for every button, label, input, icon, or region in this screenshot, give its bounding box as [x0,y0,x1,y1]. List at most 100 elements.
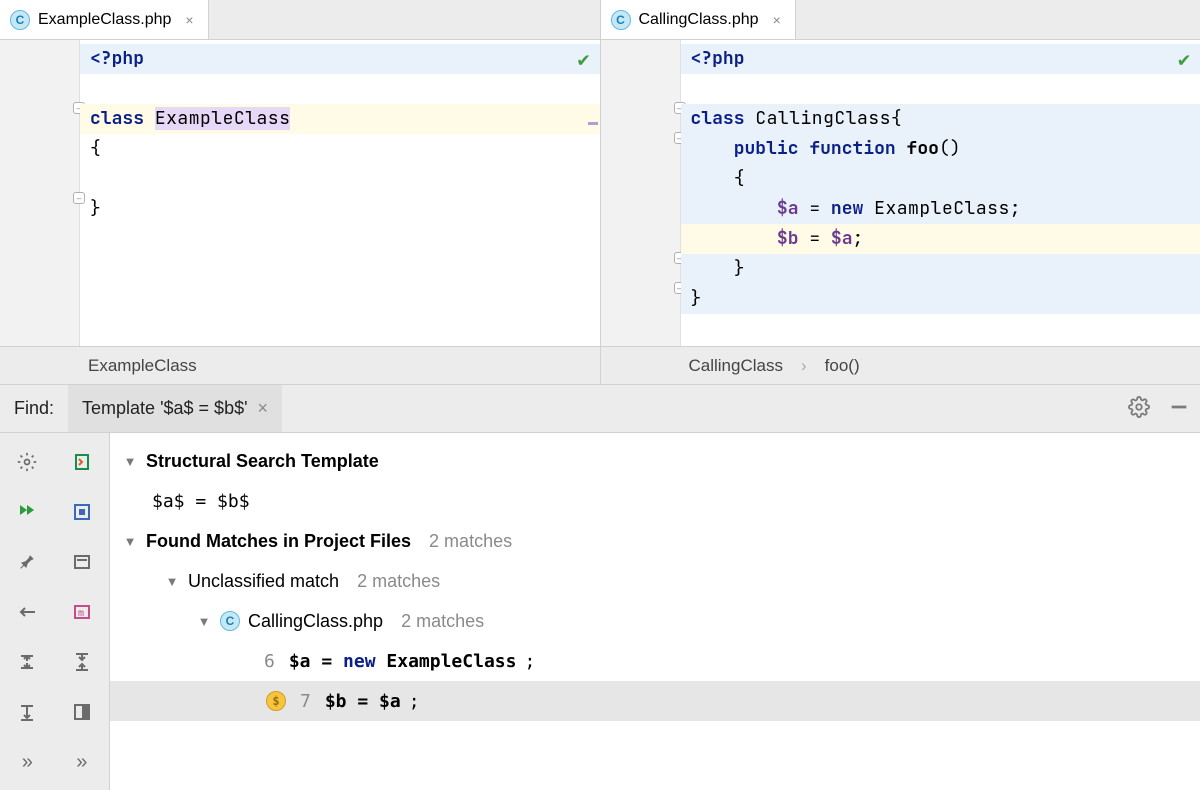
close-icon[interactable]: × [773,12,781,28]
preview-panel-icon[interactable] [65,695,99,729]
breadcrumb-item[interactable]: ExampleClass [88,356,197,376]
tree-node-group[interactable]: ▼ Unclassified match 2 matches [110,561,1200,601]
tab-bar-left: C ExampleClass.php × [0,0,600,40]
tree-node-template-text[interactable]: $a$ = $b$ [110,481,1200,521]
tree-node-match-selected[interactable]: $ 7 $b = $a; [110,681,1200,721]
operator-eq: = [799,227,831,250]
group-label: Unclassified match [188,571,339,592]
match-new: new [343,651,376,672]
chevron-right-icon: › [801,356,807,376]
parens: () [939,137,961,160]
code-area-right[interactable]: ✔ <?php class CallingClass{ public funct… [681,40,1200,346]
file-tab-exampleclass[interactable]: C ExampleClass.php × [0,0,209,39]
close-icon[interactable]: × [185,12,193,28]
marker-icon[interactable] [588,122,598,125]
keyword-class: class [90,107,144,130]
tree-title: Found Matches in Project Files [146,531,411,552]
find-toolbar: m » » [0,433,110,790]
breadcrumb-item[interactable]: CallingClass [689,356,783,376]
collapse-all-icon[interactable] [65,645,99,679]
brace-open: { [891,107,902,130]
match-count: 2 matches [357,571,440,592]
class-name: CallingClass [755,107,891,130]
expand-all-icon[interactable] [10,645,44,679]
disclosure-triangle-icon[interactable]: ▼ [122,454,138,469]
coin-icon: $ [266,691,286,711]
brace-close: } [80,194,600,224]
file-name: CallingClass.php [248,611,383,632]
semicolon: ; [1010,197,1021,220]
pin-icon[interactable] [10,545,44,579]
find-tab-title: Template '$a$ = $b$' [82,398,248,419]
stop-icon[interactable] [65,495,99,529]
find-results-tab[interactable]: Template '$a$ = $b$' × [68,385,282,432]
breadcrumb-item[interactable]: foo() [825,356,860,376]
match-count: 2 matches [429,531,512,552]
inspection-ok-icon[interactable]: ✔ [1178,46,1190,72]
editor-pane-left: C ExampleClass.php × – – ✔ <?php class E… [0,0,601,384]
prev-occurrence-icon[interactable] [10,595,44,629]
variable: $b [777,227,799,250]
marker-strip [588,40,600,346]
match-var: $b [325,691,347,712]
code-area-left[interactable]: ✔ <?php class ExampleClass { } [80,40,600,346]
editor-body-right[interactable]: – – – – ✔ <?php class CallingClass{ publ… [601,40,1200,346]
brace-close: } [691,287,702,310]
more-icon[interactable]: » [10,745,44,779]
brace-open: { [80,134,600,164]
match-var: $a [289,651,311,672]
keyword-public: public [734,137,799,160]
diff-icon[interactable] [65,445,99,479]
tree-node-template-root[interactable]: ▼ Structural Search Template [110,441,1200,481]
breadcrumb-left[interactable]: ExampleClass [0,346,600,384]
match-eq: = [311,651,344,672]
keyword-class: class [691,107,745,130]
line-number: 7 [300,691,311,712]
recent-icon[interactable] [65,545,99,579]
php-class-icon: C [220,611,240,631]
class-name: ExampleClass [155,107,291,130]
find-panel-body: m » » ▼ Structural Search Template $a$ =… [0,433,1200,790]
editor-body-left[interactable]: – – ✔ <?php class ExampleClass { } [0,40,600,346]
brace-open: { [734,167,745,190]
match-rhs: $a [379,691,401,712]
gutter-left: – – [0,40,80,346]
match-type: ExampleClass [386,651,516,672]
disclosure-triangle-icon[interactable]: ▼ [196,614,212,629]
template-text: $a$ = $b$ [152,491,250,512]
minimize-icon[interactable] [1168,396,1190,421]
find-results-tree[interactable]: ▼ Structural Search Template $a$ = $b$ ▼… [110,433,1200,790]
disclosure-triangle-icon[interactable]: ▼ [164,574,180,589]
rerun-icon[interactable] [10,495,44,529]
tab-bar-filler [209,0,600,39]
php-class-icon: C [10,10,30,30]
editor-pane-right: C CallingClass.php × – – – – ✔ <?php cla… [601,0,1200,384]
variable: $a [831,227,853,250]
match-count: 2 matches [401,611,484,632]
gear-icon[interactable] [10,445,44,479]
match-eq: = [347,691,380,712]
tree-node-found-matches[interactable]: ▼ Found Matches in Project Files 2 match… [110,521,1200,561]
function-name: foo [907,137,939,160]
tab-title: CallingClass.php [639,11,759,29]
usage-m-icon[interactable]: m [65,595,99,629]
svg-text:m: m [78,608,84,619]
gear-icon[interactable] [1128,396,1150,421]
close-icon[interactable]: × [258,398,269,419]
file-tab-callingclass[interactable]: C CallingClass.php × [601,0,796,39]
brace-close: } [734,257,745,280]
tab-bar-right: C CallingClass.php × [601,0,1200,40]
disclosure-triangle-icon[interactable]: ▼ [122,534,138,549]
type-name: ExampleClass [874,197,1010,220]
php-open-tag: <?php [691,47,745,70]
tree-node-match[interactable]: 6 $a = new ExampleClass; [110,641,1200,681]
next-occurrence-icon[interactable] [10,695,44,729]
tab-title: ExampleClass.php [38,11,171,29]
semicolon: ; [853,227,864,250]
find-panel-header: Find: Template '$a$ = $b$' × [0,385,1200,433]
tree-node-file[interactable]: ▼ C CallingClass.php 2 matches [110,601,1200,641]
more-icon[interactable]: » [65,745,99,779]
variable: $a [777,197,799,220]
breadcrumb-right[interactable]: CallingClass › foo() [601,346,1200,384]
keyword-function: function [809,137,895,160]
